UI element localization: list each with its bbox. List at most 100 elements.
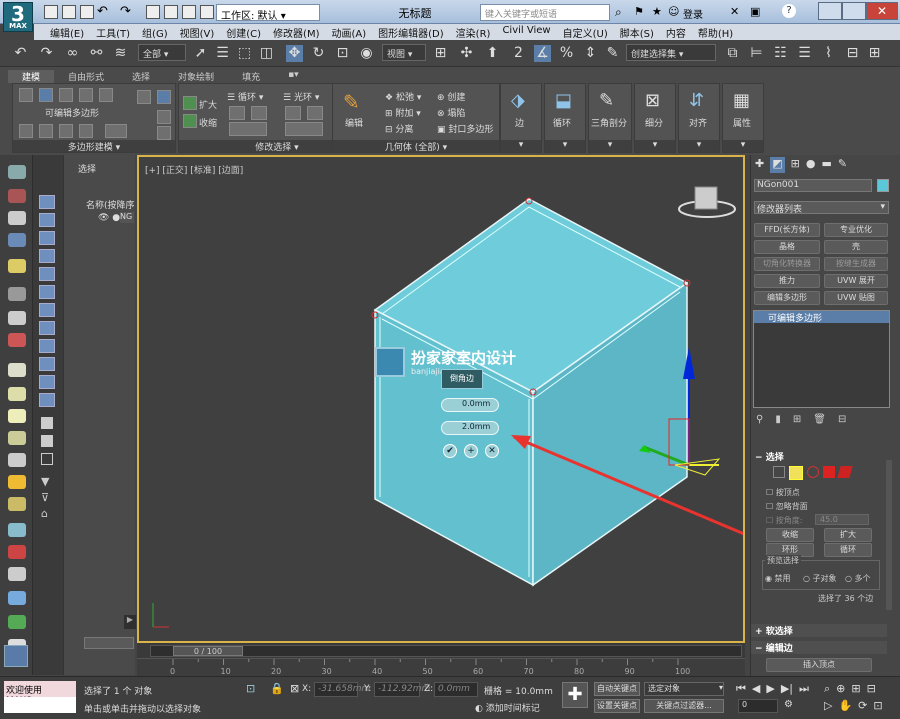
time-config-icon[interactable]: ⚙ [784,699,793,710]
filter-helpers-icon[interactable] [39,267,55,281]
undo-icon[interactable]: ↶ [12,45,29,62]
auto-key-button[interactable]: 自动关键点 [594,682,640,696]
funnel-icon[interactable]: ▼ [41,475,53,488]
unlink-icon[interactable]: ⚯ [88,45,105,62]
command-panel-scrollbar[interactable] [886,460,892,610]
menu-animation[interactable]: 动画(A) [326,24,373,40]
communication-center-icon[interactable]: ⚑ [634,5,644,18]
subdivide-panel[interactable]: ⊠ 细分 ▾ [634,83,676,153]
preview-subobject-radio[interactable]: ○ 子对象 [803,573,837,584]
snaps-toggle-icon[interactable]: 2 [510,45,527,62]
edge-panel[interactable]: ⬗ 边 ▾ [500,83,542,153]
align-icon[interactable]: ⊨ [748,45,765,62]
edit-named-selection-icon[interactable]: ✎ [604,45,621,62]
minimize-button[interactable] [818,2,842,20]
menu-content[interactable]: 内容 [660,24,692,40]
rectangular-selection-icon[interactable]: ⬚ [236,45,253,62]
loop-button[interactable]: 循环 [824,543,872,557]
pin-stack-icon[interactable]: ⚲ [756,414,763,425]
link-icon[interactable]: ⌂ [41,507,53,520]
filter-cameras-icon[interactable] [39,249,55,263]
tab-freeform[interactable]: 自由形式 [54,70,118,83]
edit-label[interactable]: 编辑 [345,116,363,129]
ring-mode-icon[interactable] [285,122,323,136]
loop-panel[interactable]: ⬓ 循环 ▾ [544,83,586,153]
spacewarp-icon[interactable] [8,311,26,325]
scene-select-label[interactable]: 选择 [78,162,96,175]
selection-filter-dropdown[interactable]: 全部 ▾ [138,44,186,61]
vertex-icon[interactable] [19,88,33,102]
angle-snap-icon[interactable]: ∡ [534,45,551,62]
maxscript-listener[interactable]: 欢迎使用 MAXSc [4,681,76,706]
create-tab-icon[interactable]: ✚ [755,157,764,173]
hemisphere-icon[interactable] [8,387,26,401]
pan-icon[interactable]: ✋ [838,699,852,712]
window-crossing-icon[interactable]: ◫ [258,45,275,62]
workspace-dropdown[interactable]: 工作区: 默认 ▾ [216,4,320,22]
close-button[interactable]: ✕ [866,2,898,20]
tab-populate[interactable]: 填充 [228,70,274,83]
configure-sets-icon[interactable]: ⊟ [838,414,846,425]
detach-button[interactable]: ⊟ 分离 [385,122,413,135]
binoculars-icon[interactable]: ⌕ [615,5,622,20]
previous-frame-icon[interactable]: ◀ [752,682,760,696]
collapse-stack-icon[interactable] [137,90,151,104]
keyboard-shortcut-icon[interactable]: ⬆ [484,45,501,62]
name-column-header[interactable]: 名称(按降序 [86,198,136,211]
modifier-button-seam[interactable]: 按缝生成器 [824,257,888,271]
zoom-all-icon[interactable]: ⊕ [836,682,845,696]
polygon-icon[interactable] [79,88,93,102]
panel-title[interactable]: 几何体 (全部) ▾ [333,140,499,153]
helper-icon[interactable] [8,287,26,301]
loop-grow-icon[interactable] [229,106,245,120]
show-result-icon[interactable] [105,124,127,138]
menu-graph-editors[interactable]: 图形编辑器(D) [372,24,450,40]
triangulate-panel[interactable]: ✎ 三角剖分 ▾ [588,83,632,153]
particles-icon[interactable] [8,523,26,537]
bind-spacewarp-icon[interactable]: ≋ [112,45,129,62]
scene-node[interactable]: NG [120,212,134,223]
modifier-button-edit-poly[interactable]: 编辑多边形 [754,291,820,305]
ring-grow-icon[interactable] [285,106,301,120]
caddy-cancel-icon[interactable]: ✕ [485,444,499,458]
select-rotate-icon[interactable]: ↻ [310,45,327,62]
new-file-icon[interactable] [44,5,58,19]
insert-vertex-button[interactable]: 插入顶点 [766,658,872,672]
cylinder-icon[interactable] [8,233,26,247]
help-icon[interactable]: ? [782,4,796,18]
ring-shrink-icon[interactable] [307,106,323,120]
soft-selection-rollout[interactable]: + 软选择 [751,624,887,637]
mirror-icon[interactable]: ⧉ [724,45,741,62]
scroll-right-icon[interactable]: ▶ [124,615,136,629]
user-icon[interactable]: ☺ [668,5,679,18]
spinner-snap-icon[interactable]: ⇕ [582,45,599,62]
panel-expand[interactable]: ▾ [635,140,675,152]
hierarchy-tab-icon[interactable]: ⊞ [791,157,800,173]
search-input[interactable]: 键入关键字或短语 [480,4,610,21]
use-stack-icon[interactable] [157,90,171,104]
modifier-button-uvw-unwrap[interactable]: UVW 展开 [824,274,888,288]
show-end-icon[interactable] [157,110,171,124]
go-to-end-icon[interactable]: ⏭ [799,682,809,696]
menu-customize[interactable]: 自定义(U) [557,24,614,40]
object-color-swatch[interactable] [877,179,889,192]
orbit-icon[interactable]: ⟳ [858,699,867,712]
manipulate-icon[interactable]: ✣ [458,45,475,62]
menu-modifiers[interactable]: 修改器(M) [267,24,325,40]
pivot-center-icon[interactable]: ⊞ [432,45,449,62]
modifier-button-push[interactable]: 推力 [754,274,820,288]
time-slider[interactable]: 0 / 100 [150,645,742,657]
select-object-icon[interactable]: ➚ [192,45,209,62]
torus-icon[interactable] [8,409,26,423]
grow-icon[interactable] [183,96,197,110]
link-icon[interactable]: ∞ [64,45,81,62]
shrink-button[interactable]: 收缩 [766,528,814,542]
filter-shapes-icon[interactable] [39,213,55,227]
menu-help[interactable]: 帮助(H) [692,24,739,40]
chamfer-segments-field[interactable]: 2.0mm [441,421,499,435]
tab-modeling[interactable]: 建模 [8,70,55,83]
set-key-big-icon[interactable]: ✚ [562,682,588,708]
set-project-icon[interactable] [200,5,214,19]
save-file-icon[interactable] [80,5,94,19]
filter-geometry-icon[interactable] [39,195,55,209]
